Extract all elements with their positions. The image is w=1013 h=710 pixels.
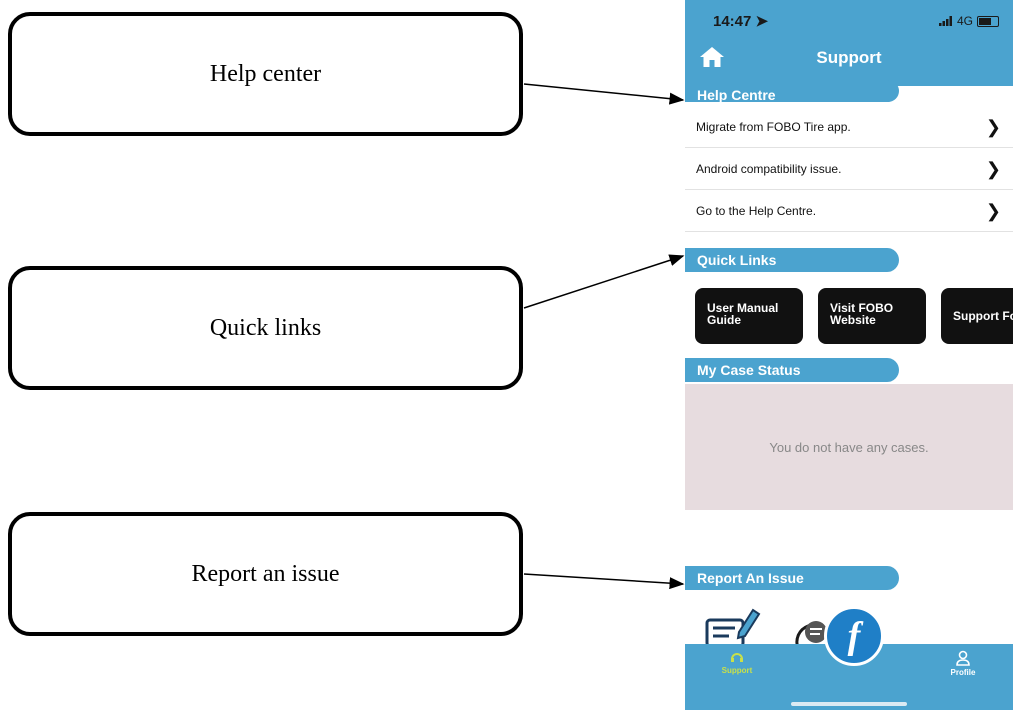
button-line: Guide <box>707 313 742 327</box>
arrow-quick <box>523 254 685 309</box>
chevron-right-icon: ❯ <box>985 117 1001 137</box>
quick-links-heading: Quick Links <box>685 248 899 272</box>
home-indicator <box>791 702 907 706</box>
arrow-report <box>523 573 685 590</box>
top-bar: 14:47 ➤ 4G Support <box>685 0 1013 86</box>
user-manual-button[interactable]: User Manual Guide <box>695 288 803 344</box>
fobo-logo-letter: f <box>847 615 861 657</box>
phone-screen: 14:47 ➤ 4G Support Help Centre Migrate f… <box>685 0 1013 710</box>
case-status-heading: My Case Status <box>685 358 899 382</box>
user-icon <box>956 650 970 666</box>
help-item-android[interactable]: Android compatibility issue. ❯ <box>685 148 1013 190</box>
callout-quick-links: Quick links <box>8 266 523 390</box>
headset-icon <box>731 653 743 662</box>
arrow-help <box>523 83 685 105</box>
fobo-logo-button[interactable]: f <box>824 606 884 666</box>
help-item-migrate[interactable]: Migrate from FOBO Tire app. ❯ <box>685 106 1013 148</box>
callout-quick-links-label: Quick links <box>209 314 322 341</box>
callout-report-issue-label: Report an issue <box>191 560 340 587</box>
tab-support[interactable]: Support <box>713 650 761 675</box>
empty-cases-text: You do not have any cases. <box>769 440 929 455</box>
button-line: Website <box>830 313 876 327</box>
signal-icon <box>938 16 952 26</box>
callout-help-center-label: Help center <box>209 60 322 87</box>
battery-icon <box>977 15 999 27</box>
chevron-right-icon: ❯ <box>985 201 1001 221</box>
button-line: Support Fo <box>953 309 1013 323</box>
page-title: Support <box>816 48 882 67</box>
tab-profile[interactable]: Profile <box>939 650 987 677</box>
report-issue-heading: Report An Issue <box>685 566 899 590</box>
chevron-right-icon: ❯ <box>985 159 1001 179</box>
tab-profile-label: Profile <box>950 668 976 677</box>
visit-website-button[interactable]: Visit FOBO Website <box>818 288 926 344</box>
help-item-label: Android compatibility issue. <box>696 161 842 176</box>
support-forum-button[interactable]: Support Fo <box>941 288 1013 344</box>
help-item-label: Go to the Help Centre. <box>696 203 817 218</box>
help-item-help-centre[interactable]: Go to the Help Centre. ❯ <box>685 190 1013 232</box>
help-centre-heading: Help Centre <box>685 80 899 102</box>
callout-help-center: Help center <box>8 12 523 136</box>
case-status-panel: You do not have any cases. <box>685 384 1013 510</box>
status-time: 14:47 ➤ <box>713 13 769 30</box>
help-item-label: Migrate from FOBO Tire app. <box>696 119 851 134</box>
callout-report-issue: Report an issue <box>8 512 523 636</box>
tab-support-label: Support <box>721 666 753 675</box>
network-label: 4G <box>956 14 973 28</box>
status-indicators: 4G <box>938 14 999 28</box>
edit-form-icon[interactable] <box>705 606 761 646</box>
